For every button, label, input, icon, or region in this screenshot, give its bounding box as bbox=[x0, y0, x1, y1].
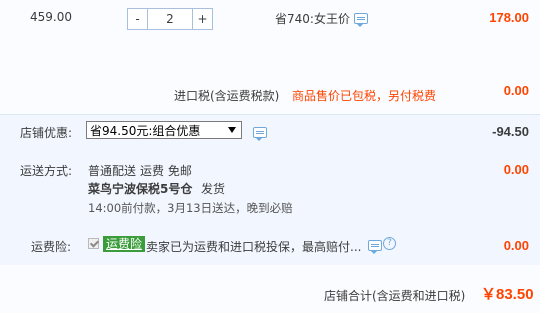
order-item-row: 459.00 - 2 + 省740:女王价 178.00 bbox=[0, 0, 540, 75]
insurance-tag[interactable]: 运费险 bbox=[103, 236, 146, 252]
insurance-checkbox[interactable] bbox=[88, 238, 99, 249]
insurance-amount: 0.00 bbox=[503, 238, 529, 253]
import-tax-row: 进口税(含运费税款) 商品售价已包税，另付税费 0.00 bbox=[0, 74, 540, 114]
discount-text: 省740:女王价 bbox=[275, 12, 350, 26]
promo-amount: -94.50 bbox=[492, 124, 529, 139]
shop-promo-label: 店铺优惠: bbox=[20, 126, 73, 140]
increase-quantity-button[interactable]: + bbox=[192, 8, 213, 30]
promo-select-value: 省94.50元:组合优惠 bbox=[90, 124, 201, 138]
decrease-quantity-button[interactable]: - bbox=[127, 8, 148, 30]
shipping-fee-text: 运费 免邮 bbox=[140, 164, 192, 178]
shop-total-label: 店铺合计(含运费和进口税) bbox=[324, 289, 466, 303]
warehouse-name: 菜鸟宁波保税5号仓 bbox=[88, 182, 193, 196]
insurance-description: 卖家已为运费和进口税投保，最高赔付... bbox=[146, 240, 362, 254]
quantity-stepper[interactable]: - 2 + bbox=[127, 8, 213, 30]
shop-total-amount: ￥83.50 bbox=[481, 286, 534, 303]
import-tax-amount: 0.00 bbox=[503, 83, 529, 98]
import-tax-label: 进口税(含运费税款) bbox=[174, 89, 280, 103]
shipping-insurance-row: 运费险: 运费险 卖家已为运费和进口税投保，最高赔付... ? 0.00 bbox=[0, 228, 540, 266]
message-icon[interactable] bbox=[354, 13, 368, 27]
shipping-row: 运送方式: 普通配送 运费 免邮 菜鸟宁波保税5号仓 发货 14:00前付款，3… bbox=[0, 148, 540, 229]
shipping-method[interactable]: 普通配送 bbox=[88, 162, 136, 179]
item-line-total: 178.00 bbox=[489, 10, 529, 25]
delivery-eta: 14:00前付款，3月13日送达，晚到必赔 bbox=[88, 201, 293, 215]
import-tax-note: 商品售价已包税，另付税费 bbox=[292, 89, 437, 103]
shop-promo-row: 店铺优惠: 省94.50元:组合优惠 -94.50 bbox=[0, 114, 540, 150]
ship-from-text: 发货 bbox=[201, 182, 226, 196]
shipping-label: 运送方式: bbox=[20, 164, 73, 178]
message-icon[interactable] bbox=[253, 127, 267, 141]
shipping-amount: 0.00 bbox=[503, 162, 529, 177]
chevron-down-icon bbox=[228, 127, 236, 133]
shop-total-row: 店铺合计(含运费和进口税) ￥83.50 bbox=[0, 265, 540, 313]
item-price: 459.00 bbox=[30, 10, 72, 24]
insurance-label: 运费险: bbox=[31, 240, 72, 254]
quantity-input[interactable]: 2 bbox=[148, 8, 192, 30]
promo-select[interactable]: 省94.50元:组合优惠 bbox=[86, 121, 242, 139]
help-icon[interactable]: ? bbox=[383, 237, 396, 250]
message-icon[interactable] bbox=[368, 240, 382, 254]
